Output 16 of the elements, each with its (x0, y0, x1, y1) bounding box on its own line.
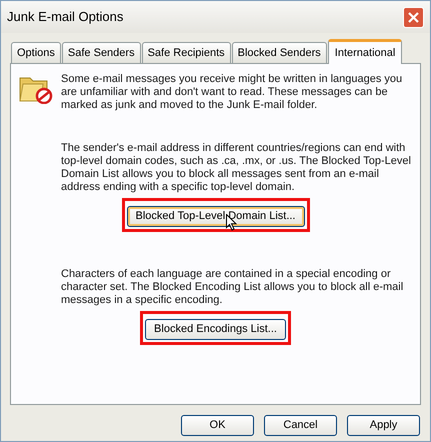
tab[interactable]: Safe Senders (62, 42, 141, 63)
description-text: The sender's e-mail address in different countries/regions can end with top-level domain codes, such as .ca, .mx, or .us. The Blocked Top-Level Domain List allows you to block all messages sent from an e-mail address ending with a specific top-level domain. (61, 142, 412, 194)
intro-text: Some e-mail messages you receive might be written in languages you are unfamiliar with and don't want to read. These messages can be marked as junk and moved to the Junk E-mail folder. (61, 72, 404, 112)
tab[interactable]: Safe Recipients (142, 42, 231, 63)
description-text: Characters of each language are contained in a special encoding or character set. The Blocked Encoding List allows you to block all e-mail messages in a specific encoding. (61, 268, 404, 307)
dialog-button[interactable]: Apply (347, 415, 420, 436)
tab[interactable]: Options (11, 42, 61, 63)
tab[interactable]: International (328, 39, 402, 64)
list-button[interactable]: Blocked Top-Level Domain List... (126, 206, 304, 227)
list-button[interactable]: Blocked Encodings List... (145, 318, 286, 340)
close-icon (408, 12, 419, 22)
tab[interactable]: Blocked Senders (232, 42, 327, 63)
close-button[interactable] (403, 6, 424, 28)
window-title: Junk E-mail Options (7, 8, 124, 26)
dialog-button[interactable]: Cancel (264, 415, 337, 436)
dialog-button[interactable]: OK (181, 415, 254, 436)
